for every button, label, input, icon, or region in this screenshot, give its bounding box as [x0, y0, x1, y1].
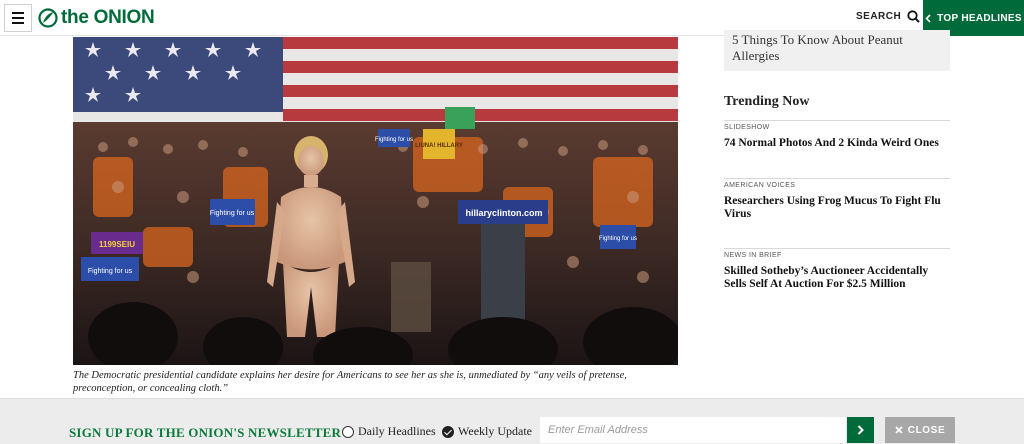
close-x-icon — [895, 426, 903, 434]
trending-kicker: SLIDESHOW — [724, 124, 770, 131]
menu-bar — [12, 12, 24, 14]
close-label: CLOSE — [907, 424, 946, 436]
sign-fighting4-text: Fighting for us — [375, 137, 413, 143]
logo-prefix: the — [61, 7, 89, 28]
sign-seiu-text: 1199SEIU — [99, 240, 135, 249]
article-photo: Fighting for us 1199SEIU Fighting for us… — [73, 37, 678, 365]
rally-photo-illustration: Fighting for us 1199SEIU Fighting for us… — [73, 37, 678, 365]
onion-leaf-logo-icon — [38, 8, 58, 28]
logo-main: ONION — [93, 7, 155, 28]
newsletter-signup-bar: SIGN UP FOR THE ONION'S NEWSLETTER Daily… — [0, 398, 1024, 444]
sign-fighting-text: Fighting for us — [210, 210, 255, 217]
search-button[interactable]: SEARCH — [856, 10, 920, 23]
top-headlines-label: TOP HEADLINES — [937, 12, 1022, 24]
site-logo[interactable]: the ONION — [38, 6, 155, 30]
daily-headlines-radio[interactable] — [342, 425, 354, 438]
weekly-update-label: Weekly Update — [458, 424, 533, 438]
hamburger-menu-button[interactable] — [4, 4, 32, 32]
search-label: SEARCH — [856, 11, 902, 22]
newsletter-close-button[interactable]: CLOSE — [885, 417, 955, 443]
trending-title-link[interactable]: Skilled Sotheby’s Auctioneer Accidentall… — [724, 265, 950, 290]
trending-heading: Trending Now — [724, 94, 810, 109]
podium-sign-text: hillaryclinton.com — [465, 208, 542, 218]
newsletter-submit-button[interactable] — [847, 417, 874, 443]
sign-fighting3-text: Fighting for us — [599, 236, 637, 242]
trending-item[interactable]: AMERICAN VOICES Researchers Using Frog M… — [724, 178, 950, 220]
daily-headlines-label: Daily Headlines — [358, 424, 436, 438]
newsletter-title: SIGN UP FOR THE ONION'S NEWSLETTER — [69, 425, 342, 440]
trending-kicker: AMERICAN VOICES — [724, 182, 796, 189]
photo-caption: The Democratic presidential candidate ex… — [73, 370, 627, 394]
sign-fighting2-text: Fighting for us — [88, 268, 133, 275]
trending-item[interactable]: NEWS IN BRIEF Skilled Sotheby’s Auctione… — [724, 248, 950, 290]
related-article-card[interactable]: 5 Things To Know About Peanut Allergies — [724, 30, 950, 71]
trending-title-link[interactable]: Researchers Using Frog Mucus To Fight Fl… — [724, 195, 950, 220]
daily-headlines-option[interactable]: Daily Headlines — [342, 424, 436, 439]
menu-bar — [12, 17, 24, 19]
search-icon — [907, 10, 920, 23]
chevron-left-icon — [925, 13, 931, 23]
email-input[interactable] — [540, 417, 846, 443]
trending-kicker: NEWS IN BRIEF — [724, 252, 782, 259]
chevron-right-icon — [857, 425, 864, 435]
menu-bar — [12, 22, 24, 24]
trending-title-link[interactable]: 74 Normal Photos And 2 Kinda Weird Ones — [724, 137, 950, 150]
logo-wordmark: the ONION — [61, 7, 155, 29]
sign-liuna-text: LIUNA! HILLARY — [415, 143, 463, 149]
trending-item[interactable]: SLIDESHOW 74 Normal Photos And 2 Kinda W… — [724, 120, 950, 150]
related-article-title[interactable]: 5 Things To Know About Peanut Allergies — [732, 32, 942, 64]
weekly-update-radio[interactable] — [442, 425, 454, 438]
weekly-update-option[interactable]: Weekly Update — [442, 424, 532, 439]
